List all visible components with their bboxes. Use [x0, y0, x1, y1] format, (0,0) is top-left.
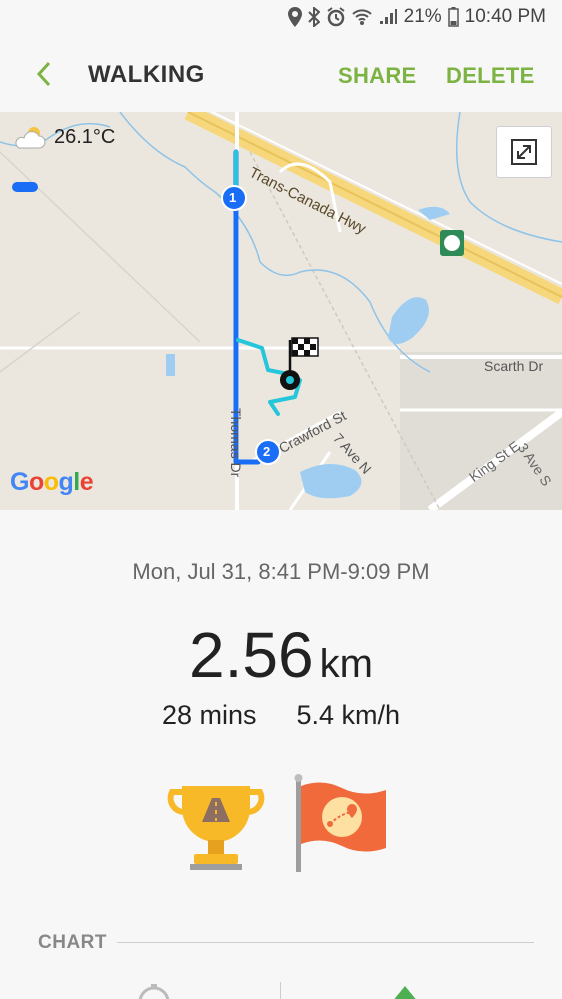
partly-cloudy-icon: [15, 127, 46, 149]
expand-map-button[interactable]: [496, 126, 552, 178]
distance: 2.56 km: [0, 618, 562, 692]
chart-label: CHART: [38, 932, 117, 953]
clock: 10:40 PM: [464, 6, 546, 27]
location-icon: [287, 7, 302, 27]
distance-unit: km: [319, 642, 373, 686]
trophy-icon[interactable]: [164, 774, 268, 874]
alarm-icon: [326, 7, 346, 27]
wifi-icon: [351, 8, 372, 26]
weather-widget: 26.1°C: [14, 124, 115, 150]
workout-datetime: Mon, Jul 31, 8:41 PM-9:09 PM: [132, 559, 430, 584]
chart-tabs: [0, 982, 562, 999]
google-logo: Google: [10, 468, 94, 496]
divider: [112, 942, 534, 943]
share-button[interactable]: SHARE: [338, 63, 417, 89]
bluetooth-icon: [307, 7, 320, 27]
app-bar: WALKING SHARE DELETE: [0, 38, 562, 112]
marker-1-label: 1: [229, 190, 237, 205]
battery-icon: [447, 7, 459, 27]
route-map[interactable]: 1 2 Trans-Canada Hwy Scarth Dr Thomas Dr…: [0, 112, 562, 510]
status-bar: 21% 10:40 PM: [0, 0, 562, 38]
chart-header: CHART: [38, 932, 534, 956]
duration: 28 mins: [161, 700, 257, 730]
page-title: WALKING: [88, 61, 205, 88]
speed: 5.4 km/h: [296, 700, 401, 730]
expand-icon: [511, 139, 537, 165]
scarth-label: Scarth Dr: [484, 358, 544, 374]
signal-icon: [378, 8, 398, 26]
battery-percent: 21%: [403, 6, 442, 27]
elevation-icon[interactable]: [390, 982, 420, 999]
tab-divider: [280, 982, 281, 999]
thomas-label: Thomas Dr: [228, 408, 244, 478]
temperature: 26.1°C: [54, 125, 116, 148]
stopwatch-icon[interactable]: [136, 982, 172, 999]
delete-button[interactable]: DELETE: [446, 63, 535, 89]
back-button[interactable]: [26, 56, 62, 92]
distance-value: 2.56: [189, 619, 314, 691]
workout-summary: Mon, Jul 31, 8:41 PM-9:09 PM 2.56 km 28 m…: [0, 510, 562, 999]
chevron-left-icon: [36, 61, 51, 87]
workout-stats: 28 mins 5.4 km/h: [0, 700, 562, 731]
marker-2-label: 2: [263, 444, 271, 459]
route-flag-icon[interactable]: [292, 774, 392, 874]
